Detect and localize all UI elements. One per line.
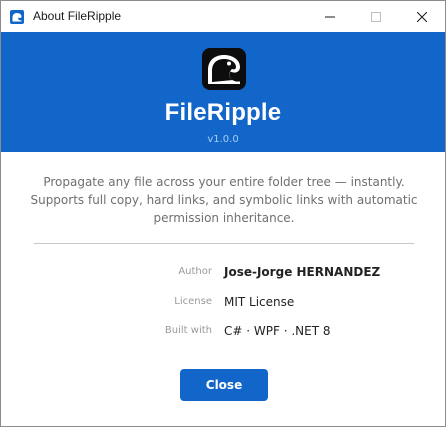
description-line: Propagate any file across your entire fo… — [43, 175, 405, 189]
wave-logo-icon — [10, 10, 24, 24]
about-dialog: About FileRipple FileRipple v1.0.0 Propa… — [0, 0, 446, 427]
close-window-button[interactable] — [399, 1, 445, 32]
maximize-icon — [371, 11, 381, 22]
close-button[interactable]: Close — [180, 369, 268, 401]
header-banner: FileRipple v1.0.0 — [1, 32, 445, 152]
minimize-icon — [325, 16, 335, 17]
title-bar[interactable]: About FileRipple — [1, 1, 445, 32]
window-title: About FileRipple — [33, 9, 122, 23]
wave-logo-icon — [202, 48, 246, 90]
license-row: License MIT License — [1, 295, 445, 313]
built-with-value: C# · WPF · .NET 8 — [224, 324, 331, 338]
app-description: Propagate any file across your entire fo… — [29, 173, 419, 227]
license-label: License — [174, 296, 212, 307]
app-name: FileRipple — [164, 99, 282, 126]
built-with-row: Built with C# · WPF · .NET 8 — [1, 324, 445, 342]
close-icon — [417, 11, 427, 22]
built-with-label: Built with — [164, 325, 212, 336]
license-value: MIT License — [224, 295, 295, 309]
author-row: Author Jose-Jorge HERNANDEZ — [1, 265, 445, 283]
author-label: Author — [178, 266, 212, 277]
description-line: permission inheritance. — [153, 211, 295, 225]
divider — [34, 243, 414, 244]
author-value: Jose-Jorge HERNANDEZ — [224, 265, 381, 279]
minimize-button[interactable] — [307, 1, 353, 32]
app-version: v1.0.0 — [207, 134, 239, 145]
maximize-button[interactable] — [353, 1, 399, 32]
description-line: Supports full copy, hard links, and symb… — [30, 193, 418, 207]
